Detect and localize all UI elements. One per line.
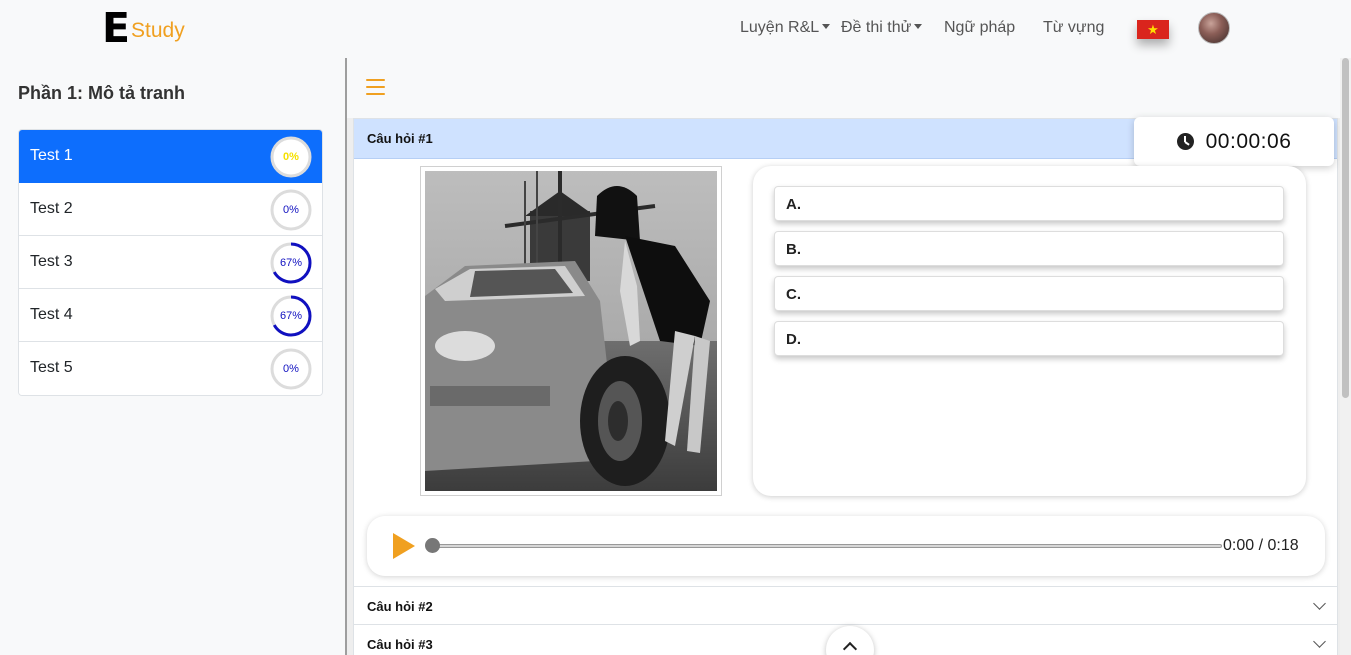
test-item-5[interactable]: Test 5 0% [19, 342, 322, 395]
answer-option-a[interactable]: A. [774, 186, 1284, 221]
test-label: Test 4 [30, 306, 73, 323]
caret-down-icon [914, 23, 923, 29]
logo-text: Study [131, 19, 185, 42]
test-item-1[interactable]: Test 1 0% [19, 130, 322, 183]
answer-label: B. [786, 241, 801, 258]
vietnam-flag-icon[interactable]: ★ [1137, 20, 1169, 39]
answer-label: D. [786, 331, 801, 348]
top-navbar: E Study Luyện R&L Đề thi thử Ngữ pháp Từ… [0, 0, 1351, 58]
progress-percent: 0% [283, 151, 299, 163]
page-scrollbar[interactable] [1340, 58, 1351, 655]
answer-option-c[interactable]: C. [774, 276, 1284, 311]
test-label: Test 3 [30, 253, 73, 270]
test-label: Test 2 [30, 200, 73, 217]
test-list: Test 1 0% Test 2 0% Test 3 67% Test 4 67… [18, 129, 323, 396]
sidebar: Phần 1: Mô tả tranh Test 1 0% Test 2 0% … [0, 58, 345, 655]
nav-item-ngu-phap[interactable]: Ngữ pháp [944, 19, 1015, 37]
question-header-2[interactable]: Câu hỏi #2 [354, 586, 1337, 624]
caret-down-icon [822, 23, 831, 29]
logo-letter: E [102, 4, 131, 52]
sidebar-title: Phần 1: Mô tả tranh [18, 83, 186, 103]
timer-value: 00:00:06 [1205, 129, 1292, 153]
nav-item-label: Luyện R&L [740, 19, 820, 36]
test-item-4[interactable]: Test 4 67% [19, 289, 322, 342]
flag-star-icon: ★ [1147, 22, 1159, 37]
question-title: Câu hỏi #1 [367, 131, 433, 146]
progress-percent: 0% [283, 204, 299, 216]
answer-label: C. [786, 286, 801, 303]
brand-logo[interactable]: E Study [102, 4, 185, 52]
test-item-3[interactable]: Test 3 67% [19, 236, 322, 289]
nav-item-label: Đề thi thử [841, 19, 912, 36]
test-item-2[interactable]: Test 2 0% [19, 183, 322, 236]
progress-percent: 0% [283, 363, 299, 375]
user-avatar[interactable] [1198, 12, 1230, 44]
scrollbar-thumb[interactable] [1342, 58, 1349, 398]
answer-option-b[interactable]: B. [774, 231, 1284, 266]
nav-item-label: Ngữ pháp [944, 19, 1016, 36]
progress-percent: 67% [279, 257, 303, 269]
nav-item-luyen-rl[interactable]: Luyện R&L [740, 19, 831, 37]
audio-seek-bar[interactable] [431, 544, 1222, 548]
chevron-down-icon [1313, 597, 1326, 610]
chevron-down-icon [1313, 635, 1326, 648]
nav-item-de-thi-thu[interactable]: Đề thi thử [841, 19, 923, 37]
play-icon[interactable] [393, 533, 415, 559]
nav-item-label: Từ vựng [1043, 19, 1105, 36]
clock-icon [1176, 133, 1194, 150]
answer-option-d[interactable]: D. [774, 321, 1284, 356]
timer-box: 00:00:06 [1134, 117, 1334, 166]
photo-woman-changing-tire [425, 171, 717, 491]
audio-seek-thumb[interactable] [425, 538, 440, 553]
audio-time: 0:00 / 0:18 [1223, 537, 1299, 554]
question-title: Câu hỏi #2 [367, 599, 433, 614]
audio-player: 0:00 / 0:18 [367, 516, 1325, 576]
answers-card: A. B. C. D. [753, 166, 1306, 496]
hamburger-menu-icon[interactable] [366, 79, 385, 95]
nav-item-tu-vung[interactable]: Từ vựng [1043, 19, 1104, 37]
test-label: Test 5 [30, 359, 73, 376]
question-image-frame [420, 166, 722, 496]
progress-percent: 67% [279, 310, 303, 322]
test-label: Test 1 [30, 147, 73, 164]
answer-label: A. [786, 196, 801, 213]
question-photo [425, 171, 717, 491]
chevron-up-icon [842, 641, 858, 655]
question-title: Câu hỏi #3 [367, 637, 433, 652]
